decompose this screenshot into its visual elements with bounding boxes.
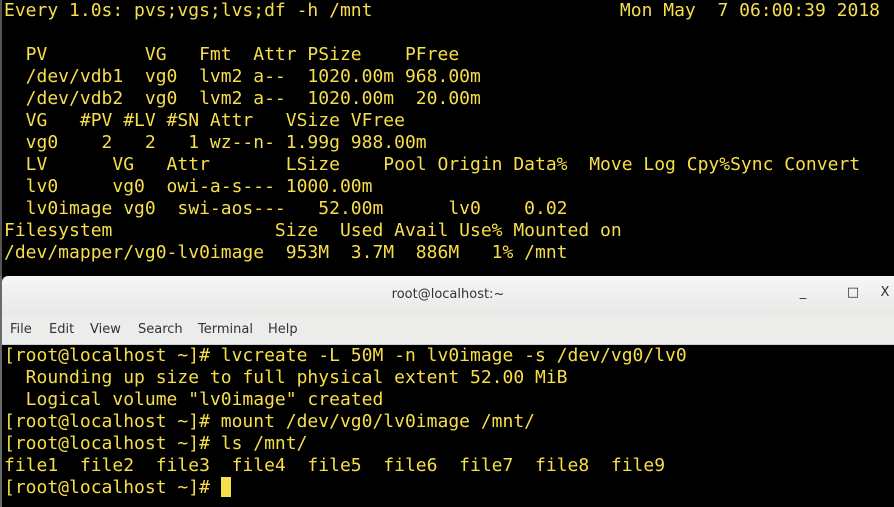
window-title: root@localhost:~ [391, 287, 505, 302]
watch-command: Every 1.0s: pvs;vgs;lvs;df -h /mnt [4, 0, 373, 21]
output-line: LV VG Attr LSize Pool Origin Data% Move … [4, 154, 861, 175]
output-line: lv0image vg0 swi-aos--- 52.00m lv0 0.02 [4, 198, 568, 219]
output-line: VG #PV #LV #SN Attr VSize VFree [4, 110, 405, 131]
menu-search[interactable]: Search [138, 322, 183, 337]
title-bar[interactable]: root@localhost:~ _ □ X [2, 276, 894, 316]
menu-terminal[interactable]: Terminal [198, 322, 253, 337]
output-line: Rounding up size to full physical extent… [4, 367, 568, 388]
watch-header: Every 1.0s: pvs;vgs;lvs;df -h /mnt Mon Ma… [4, 0, 890, 22]
menu-help[interactable]: Help [268, 322, 298, 337]
output-line: [root@localhost ~]# mount /dev/vg0/lv0im… [4, 411, 536, 432]
menu-edit[interactable]: Edit [49, 322, 74, 337]
menu-view[interactable]: View [90, 322, 121, 337]
output-line: /dev/vdb1 vg0 lvm2 a-- 1020.00m 968.00m [4, 66, 481, 87]
output-line: PV VG Fmt Attr PSize PFree [4, 44, 460, 65]
output-line: file1 file2 file3 file4 file5 file6 file… [4, 455, 666, 476]
output-line: Filesystem Size Used Avail Use% Mounted … [4, 220, 622, 241]
watch-terminal: Every 1.0s: pvs;vgs;lvs;df -h /mnt Mon Ma… [0, 0, 894, 276]
close-button[interactable]: X [876, 285, 894, 300]
output-line: Logical volume "lv0image" created [4, 389, 384, 410]
terminal-output[interactable]: [root@localhost ~]# lvcreate -L 50M -n l… [4, 345, 687, 499]
maximize-button[interactable]: □ [844, 285, 862, 300]
terminal-window: root@localhost:~ _ □ X File Edit View Se… [0, 276, 894, 507]
output-line: [root@localhost ~]# lvcreate -L 50M -n l… [4, 345, 687, 366]
output-line: vg0 2 2 1 wz--n- 1.99g 988.00m [4, 132, 427, 153]
prompt: [root@localhost ~]# [4, 477, 221, 498]
prompt-line[interactable]: [root@localhost ~]# [4, 477, 687, 499]
watch-date: Mon May 7 06:00:39 2018 [619, 0, 880, 21]
output-line: lv0 vg0 owi-a-s--- 1000.00m [4, 176, 373, 197]
output-line: [root@localhost ~]# ls /mnt/ [4, 433, 308, 454]
watch-output: PV VG Fmt Attr PSize PFree /dev/vdb1 vg0… [4, 22, 860, 264]
minimize-button[interactable]: _ [794, 285, 812, 300]
menu-bar: File Edit View Search Terminal Help [2, 316, 894, 345]
menu-file[interactable]: File [10, 322, 32, 337]
output-line: /dev/mapper/vg0-lv0image 953M 3.7M 886M … [4, 242, 568, 263]
cursor [220, 477, 231, 497]
output-line: /dev/vdb2 vg0 lvm2 a-- 1020.00m 20.00m [4, 88, 481, 109]
